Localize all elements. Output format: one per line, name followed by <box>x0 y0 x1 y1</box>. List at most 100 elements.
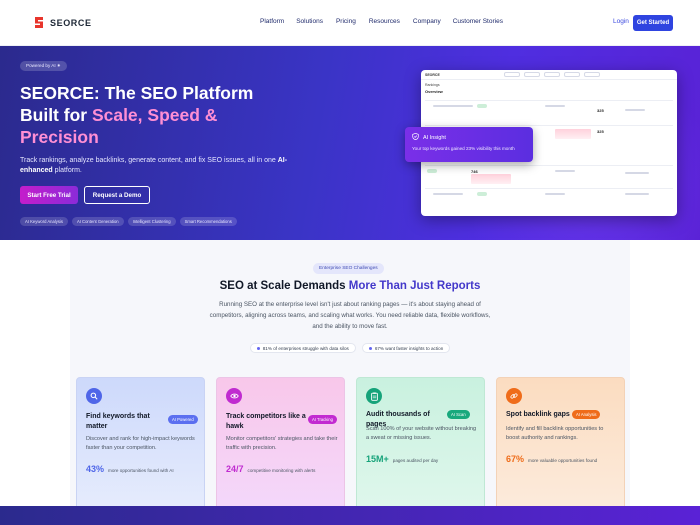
card-stat-label: pages audited per day <box>392 458 439 463</box>
card-stat-label: more opportunities found with AI <box>108 468 174 473</box>
nav-link-platform[interactable]: Platform <box>260 18 284 25</box>
ai-insight-text: Your top keywords gained 23% visibility … <box>412 146 515 151</box>
row-value: 325 <box>597 108 604 113</box>
stat-pill-text: 81% of enterprises struggle with data si… <box>262 345 349 351</box>
dashboard-tab <box>583 72 600 77</box>
row-sparkline <box>555 129 591 139</box>
hero-subtitle: Track rankings, analyze backlinks, gener… <box>20 156 300 176</box>
dashboard-overview-label: Overview <box>425 89 443 94</box>
row-value: 325 <box>597 129 604 134</box>
stat-pill: 67% want faster insights to action <box>361 343 451 353</box>
enterprise-challenges-pill: Enterprise SEO Challenges <box>313 263 384 274</box>
nav-link-resources[interactable]: Resources <box>369 18 400 25</box>
section-title-prefix: SEO at Scale Demands <box>219 280 349 292</box>
feature-chips: AI Keyword Analysis AI Content Generatio… <box>20 217 237 226</box>
feature-card-audit[interactable]: Audit thousands of pages AI Scan Scan 10… <box>356 377 485 511</box>
nav-link-pricing[interactable]: Pricing <box>336 18 356 25</box>
get-started-button[interactable]: Get Started <box>633 15 673 31</box>
nav-link-solutions[interactable]: Solutions <box>296 18 323 25</box>
row-badge <box>427 169 437 173</box>
dashboard-logo: SEORCE <box>425 72 440 77</box>
row-badge <box>477 192 487 196</box>
dashboard-tab <box>523 72 540 77</box>
card-stat-value: 15M+ <box>366 454 389 464</box>
stat-pill-text: 67% want faster insights to action <box>374 345 444 351</box>
clipboard-icon <box>366 388 382 404</box>
dashboard-breadcrumb: Rankings <box>425 83 440 87</box>
chip-ai-keyword-analysis: AI Keyword Analysis <box>20 217 68 226</box>
row-line <box>545 193 565 195</box>
row-line <box>433 105 473 107</box>
dot-icon <box>256 346 260 350</box>
ai-insight-card: AI Insight Your top keywords gained 23% … <box>405 127 533 162</box>
card-title: Find keywords that matter <box>86 413 150 430</box>
card-description: Monitor competitors' strategies and take… <box>226 436 338 451</box>
start-free-trial-button[interactable]: Start Free Trial <box>20 186 78 204</box>
card-stat: 24/7 competitive monitoring with alerts <box>226 464 315 474</box>
ai-insight-header: AI Insight <box>412 132 446 142</box>
row-line <box>625 193 649 195</box>
logo[interactable]: SEORCE <box>33 16 92 29</box>
powered-by-ai-badge: Powered by AI ✷ <box>20 61 67 71</box>
dashboard-topbar: SEORCE <box>421 70 677 80</box>
row-line <box>625 172 649 174</box>
hero-subtitle-part1: Track rankings, analyze backlinks, gener… <box>20 157 278 164</box>
section-title: SEO at Scale Demands More Than Just Repo… <box>0 280 700 292</box>
stat-pill: 81% of enterprises struggle with data si… <box>249 343 356 353</box>
card-badge: AI Powered <box>168 415 198 424</box>
section-subtitle: Running SEO at the enterprise level isn'… <box>209 301 491 331</box>
section-title-accent: More Than Just Reports <box>348 280 481 292</box>
chip-smart-recommendations: Smart Recommendations <box>179 217 237 226</box>
card-stat-label: more valuable opportunities found <box>528 458 598 463</box>
stat-pills: 81% of enterprises struggle with data si… <box>0 343 700 353</box>
shield-check-icon <box>412 132 419 142</box>
link-icon <box>506 388 522 404</box>
dashboard-row <box>425 188 673 205</box>
chip-intelligent-clustering: Intelligent Clustering <box>127 217 176 226</box>
dashboard-row: 325 <box>425 100 673 117</box>
nav-links: Platform Solutions Pricing Resources Com… <box>260 18 521 25</box>
card-stat-value: 43% <box>86 464 105 474</box>
eye-icon <box>226 388 242 404</box>
card-badge: AI Analysis <box>572 410 601 419</box>
logo-text: SEORCE <box>50 17 92 28</box>
card-title: Track competitors like a hawk <box>226 413 306 430</box>
card-stat-label: competitive monitoring with alerts <box>247 468 316 473</box>
nav-link-customer-stories[interactable]: Customer Stories <box>453 18 503 25</box>
card-badge: AI Tracking <box>308 415 337 424</box>
dashboard-tab <box>503 72 520 77</box>
hero-section: Powered by AI ✷ SEORCE: The SEO Platform… <box>0 46 700 240</box>
logo-icon <box>33 16 45 29</box>
ai-insight-title: AI Insight <box>423 134 446 141</box>
row-line <box>545 105 565 107</box>
card-stat: 43% more opportunities found with AI <box>86 464 174 474</box>
row-line <box>625 109 645 111</box>
card-description: Scan 100% of your website without breaki… <box>366 426 477 441</box>
feature-card-keywords[interactable]: Find keywords that matter AI Powered Dis… <box>76 377 205 511</box>
row-badge <box>477 104 487 108</box>
dot-icon <box>368 346 372 350</box>
card-stat-value: 67% <box>506 454 525 464</box>
card-badge: AI Scan <box>447 410 470 419</box>
feature-card-backlinks[interactable]: Spot backlink gaps AI Analysis Identify … <box>496 377 625 511</box>
nav-link-company[interactable]: Company <box>413 18 441 25</box>
hero-title: SEORCE: The SEO Platform Built for Scale… <box>20 82 290 148</box>
search-icon <box>86 388 102 404</box>
dashboard-row: 746 <box>425 165 673 184</box>
card-stat: 67% more valuable opportunities found <box>506 454 597 464</box>
card-description: Discover and rank for high-impact keywor… <box>86 436 195 451</box>
row-sparkline <box>471 174 511 184</box>
request-demo-button[interactable]: Request a Demo <box>84 186 150 204</box>
row-line <box>555 170 575 172</box>
card-stat: 15M+ pages audited per day <box>366 454 438 464</box>
feature-card-competitors[interactable]: Track competitors like a hawk AI Trackin… <box>216 377 345 511</box>
dashboard-tab <box>563 72 580 77</box>
top-nav: SEORCE Platform Solutions Pricing Resour… <box>0 0 700 46</box>
card-description: Identify and fill backlink opportunities… <box>506 426 604 441</box>
footer-band <box>0 506 700 525</box>
row-line <box>433 193 463 195</box>
hero-subtitle-part2: platform. <box>52 167 82 174</box>
login-link[interactable]: Login <box>613 18 629 25</box>
chip-ai-content-generation: AI Content Generation <box>71 217 124 226</box>
card-stat-value: 24/7 <box>226 464 244 474</box>
